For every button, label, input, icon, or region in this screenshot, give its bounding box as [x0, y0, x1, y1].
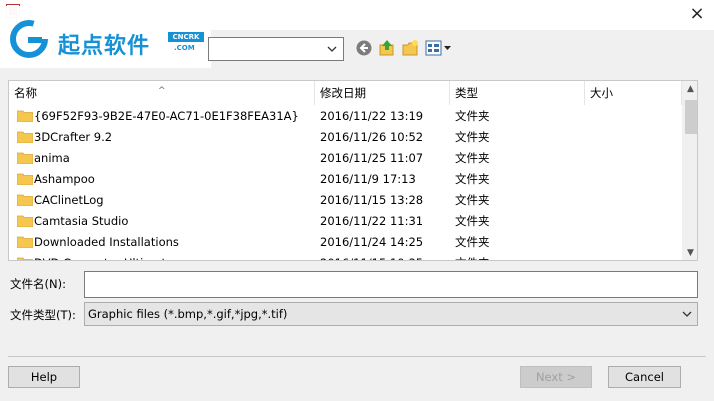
table-row[interactable]: Downloaded Installations 2016/11/24 14:25…	[9, 232, 681, 253]
scroll-down-icon[interactable]: ▼	[682, 245, 697, 260]
chevron-down-icon[interactable]	[681, 308, 693, 320]
table-row[interactable]: {69F52F93-9B2E-47E0-AC71-0E1F38FEA31A} 20…	[9, 106, 681, 127]
cancel-button[interactable]: Cancel	[608, 366, 681, 388]
file-date: 2016/11/22 11:31	[320, 214, 424, 228]
file-name: 3DCrafter 9.2	[34, 130, 113, 144]
file-date: 2016/11/26 10:52	[320, 130, 424, 144]
file-date: 2016/11/22 13:19	[320, 109, 424, 123]
folder-icon	[17, 110, 33, 122]
file-list[interactable]: 名称 ^ 修改日期 类型 大小 {69F52F93-9B2E-47E0-AC71…	[8, 80, 698, 261]
logo-badge: CNCRK	[168, 32, 204, 42]
file-name: Ashampoo	[34, 172, 95, 186]
table-row[interactable]: Ashampoo 2016/11/9 17:13 文件夹	[9, 169, 681, 190]
filetype-selected: Graphic files (*.bmp,*.gif,*jpg,*.tif)	[88, 307, 288, 321]
location-combo[interactable]	[208, 37, 344, 61]
folder-icon	[17, 236, 33, 248]
folder-icon	[17, 194, 33, 206]
filename-label: 文件名(N):	[10, 277, 66, 291]
chevron-down-icon[interactable]	[326, 43, 338, 55]
filetype-select[interactable]: Graphic files (*.bmp,*.gif,*jpg,*.tif)	[84, 302, 698, 326]
file-type: 文件夹	[455, 235, 490, 249]
folder-icon	[17, 131, 33, 143]
column-header-size[interactable]: 大小	[585, 81, 682, 105]
file-type: 文件夹	[455, 109, 490, 123]
sort-caret-icon: ^	[158, 86, 166, 96]
file-type: 文件夹	[455, 253, 585, 260]
separator	[8, 356, 706, 357]
folder-icon	[17, 173, 33, 185]
file-name: {69F52F93-9B2E-47E0-AC71-0E1F38FEA31A}	[34, 109, 299, 123]
table-row[interactable]: 3DCrafter 9.2 2016/11/26 10:52 文件夹	[9, 127, 681, 148]
table-row[interactable]: DVD Converter Ultimate 2016/11/15 10:35 文件…	[9, 253, 681, 260]
folder-icon	[17, 152, 33, 164]
new-folder-icon[interactable]	[401, 39, 419, 57]
scroll-up-icon[interactable]: ▲	[682, 81, 697, 98]
file-name: Camtasia Studio	[34, 214, 129, 228]
file-date: 2016/11/9 17:13	[320, 172, 416, 186]
logo-text: 起点软件	[58, 34, 151, 59]
back-icon[interactable]	[355, 39, 373, 57]
file-type: 文件夹	[455, 130, 490, 144]
column-header-date[interactable]: 修改日期	[315, 81, 450, 105]
file-date: 2016/11/15 10:35	[320, 253, 450, 260]
file-type: 文件夹	[455, 214, 490, 228]
file-name: Downloaded Installations	[34, 235, 179, 249]
file-date: 2016/11/15 13:28	[320, 193, 424, 207]
filename-input[interactable]	[84, 271, 698, 298]
up-folder-icon[interactable]	[378, 39, 396, 57]
filetype-label: 文件类型(T):	[10, 308, 76, 322]
view-menu-icon[interactable]	[425, 39, 453, 57]
help-button[interactable]: Help	[8, 366, 80, 388]
file-name: CAClinetLog	[34, 193, 104, 207]
next-button[interactable]: Next >	[520, 366, 592, 388]
column-header-type[interactable]: 类型	[450, 81, 585, 105]
file-name: DVD Converter Ultimate	[34, 253, 314, 260]
file-date: 2016/11/25 11:07	[320, 151, 424, 165]
folder-icon	[17, 257, 33, 260]
file-type: 文件夹	[455, 172, 490, 186]
file-type: 文件夹	[455, 193, 490, 207]
column-header-name[interactable]: 名称 ^	[9, 81, 315, 105]
table-row[interactable]: anima 2016/11/25 11:07 文件夹	[9, 148, 681, 169]
file-name: anima	[34, 151, 70, 165]
file-date: 2016/11/24 14:25	[320, 235, 424, 249]
logo-domain: .COM	[174, 44, 195, 52]
file-type: 文件夹	[455, 151, 490, 165]
scroll-thumb[interactable]	[685, 100, 697, 134]
folder-icon	[17, 215, 33, 227]
table-row[interactable]: Camtasia Studio 2016/11/22 11:31 文件夹	[9, 211, 681, 232]
close-button[interactable]: ×	[684, 3, 710, 25]
logo-mark-icon	[10, 20, 48, 58]
table-row[interactable]: CAClinetLog 2016/11/15 13:28 文件夹	[9, 190, 681, 211]
watermark-logo: 起点软件 CNCRK .COM	[0, 6, 211, 68]
